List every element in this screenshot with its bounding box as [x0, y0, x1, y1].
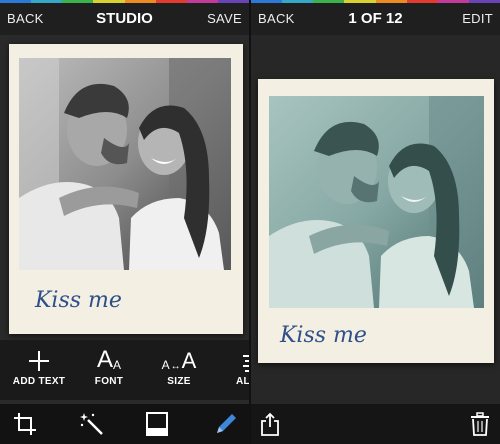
studio-photo — [19, 58, 231, 270]
studio-save-button[interactable]: SAVE — [207, 11, 242, 26]
viewer-photo — [269, 96, 484, 308]
viewer-caption: Kiss me — [280, 323, 367, 348]
studio-polaroid[interactable]: Kiss me — [9, 44, 243, 334]
pencil-icon-svg — [217, 414, 236, 433]
text-size-icon: A ↔ A — [149, 340, 209, 373]
align-icon-svg — [243, 355, 249, 372]
size-glyph-arrow: ↔ — [170, 361, 181, 372]
trash-icon-svg — [471, 412, 489, 436]
studio-bottom-bar — [0, 404, 249, 444]
studio-caption[interactable]: Kiss me — [35, 288, 122, 313]
pencil-icon[interactable] — [214, 412, 238, 441]
viewer-navbar: 1 OF 12 BACK EDIT — [251, 3, 500, 35]
font-label: FONT — [94, 376, 124, 387]
studio-screen: STUDIO BACK SAVE Kiss me ADD TEXT A A FO… — [0, 0, 249, 444]
share-icon[interactable] — [260, 412, 280, 441]
trash-icon[interactable] — [470, 412, 490, 441]
viewer-canvas: Kiss me — [251, 35, 500, 444]
font-icon: AA — [79, 340, 139, 373]
share-icon-svg — [261, 412, 279, 436]
font-glyph-small: A — [113, 358, 122, 372]
size-glyph-large: A — [181, 348, 197, 373]
viewer-screen: 1 OF 12 BACK EDIT Kiss me — [251, 0, 500, 444]
couple-photo-bw — [19, 58, 231, 270]
text-tools-toolbar: ADD TEXT AA FONT A↔A SIZE ALI — [0, 340, 249, 400]
font-tool[interactable]: AA FONT — [79, 340, 139, 388]
size-glyph-small: A — [161, 358, 170, 372]
viewer-bottom-bar — [251, 404, 500, 444]
plus-icon — [9, 340, 69, 372]
viewer-edit-button[interactable]: EDIT — [462, 11, 493, 26]
studio-back-button[interactable]: BACK — [7, 11, 44, 26]
frame-icon-svg — [146, 412, 168, 436]
plus-icon-svg — [29, 351, 49, 371]
viewer-back-button[interactable]: BACK — [258, 11, 295, 26]
align-icon — [219, 340, 249, 372]
align-label: ALI — [236, 376, 249, 387]
magic-wand-icon[interactable] — [80, 412, 104, 441]
magic-wand-icon-svg — [80, 413, 103, 435]
add-text-label: ADD TEXT — [12, 376, 66, 387]
add-text-tool[interactable]: ADD TEXT — [9, 340, 69, 387]
crop-icon-svg — [14, 413, 36, 435]
studio-navbar: STUDIO BACK SAVE — [0, 3, 249, 35]
align-tool[interactable]: ALI — [219, 340, 249, 387]
crop-icon[interactable] — [13, 412, 37, 441]
size-tool[interactable]: A ↔ A SIZE — [149, 340, 209, 388]
viewer-polaroid[interactable]: Kiss me — [258, 79, 494, 363]
frame-icon[interactable] — [146, 412, 168, 441]
font-glyph: A — [96, 346, 113, 373]
size-label: SIZE — [167, 376, 191, 387]
couple-photo-cyan — [269, 96, 484, 308]
